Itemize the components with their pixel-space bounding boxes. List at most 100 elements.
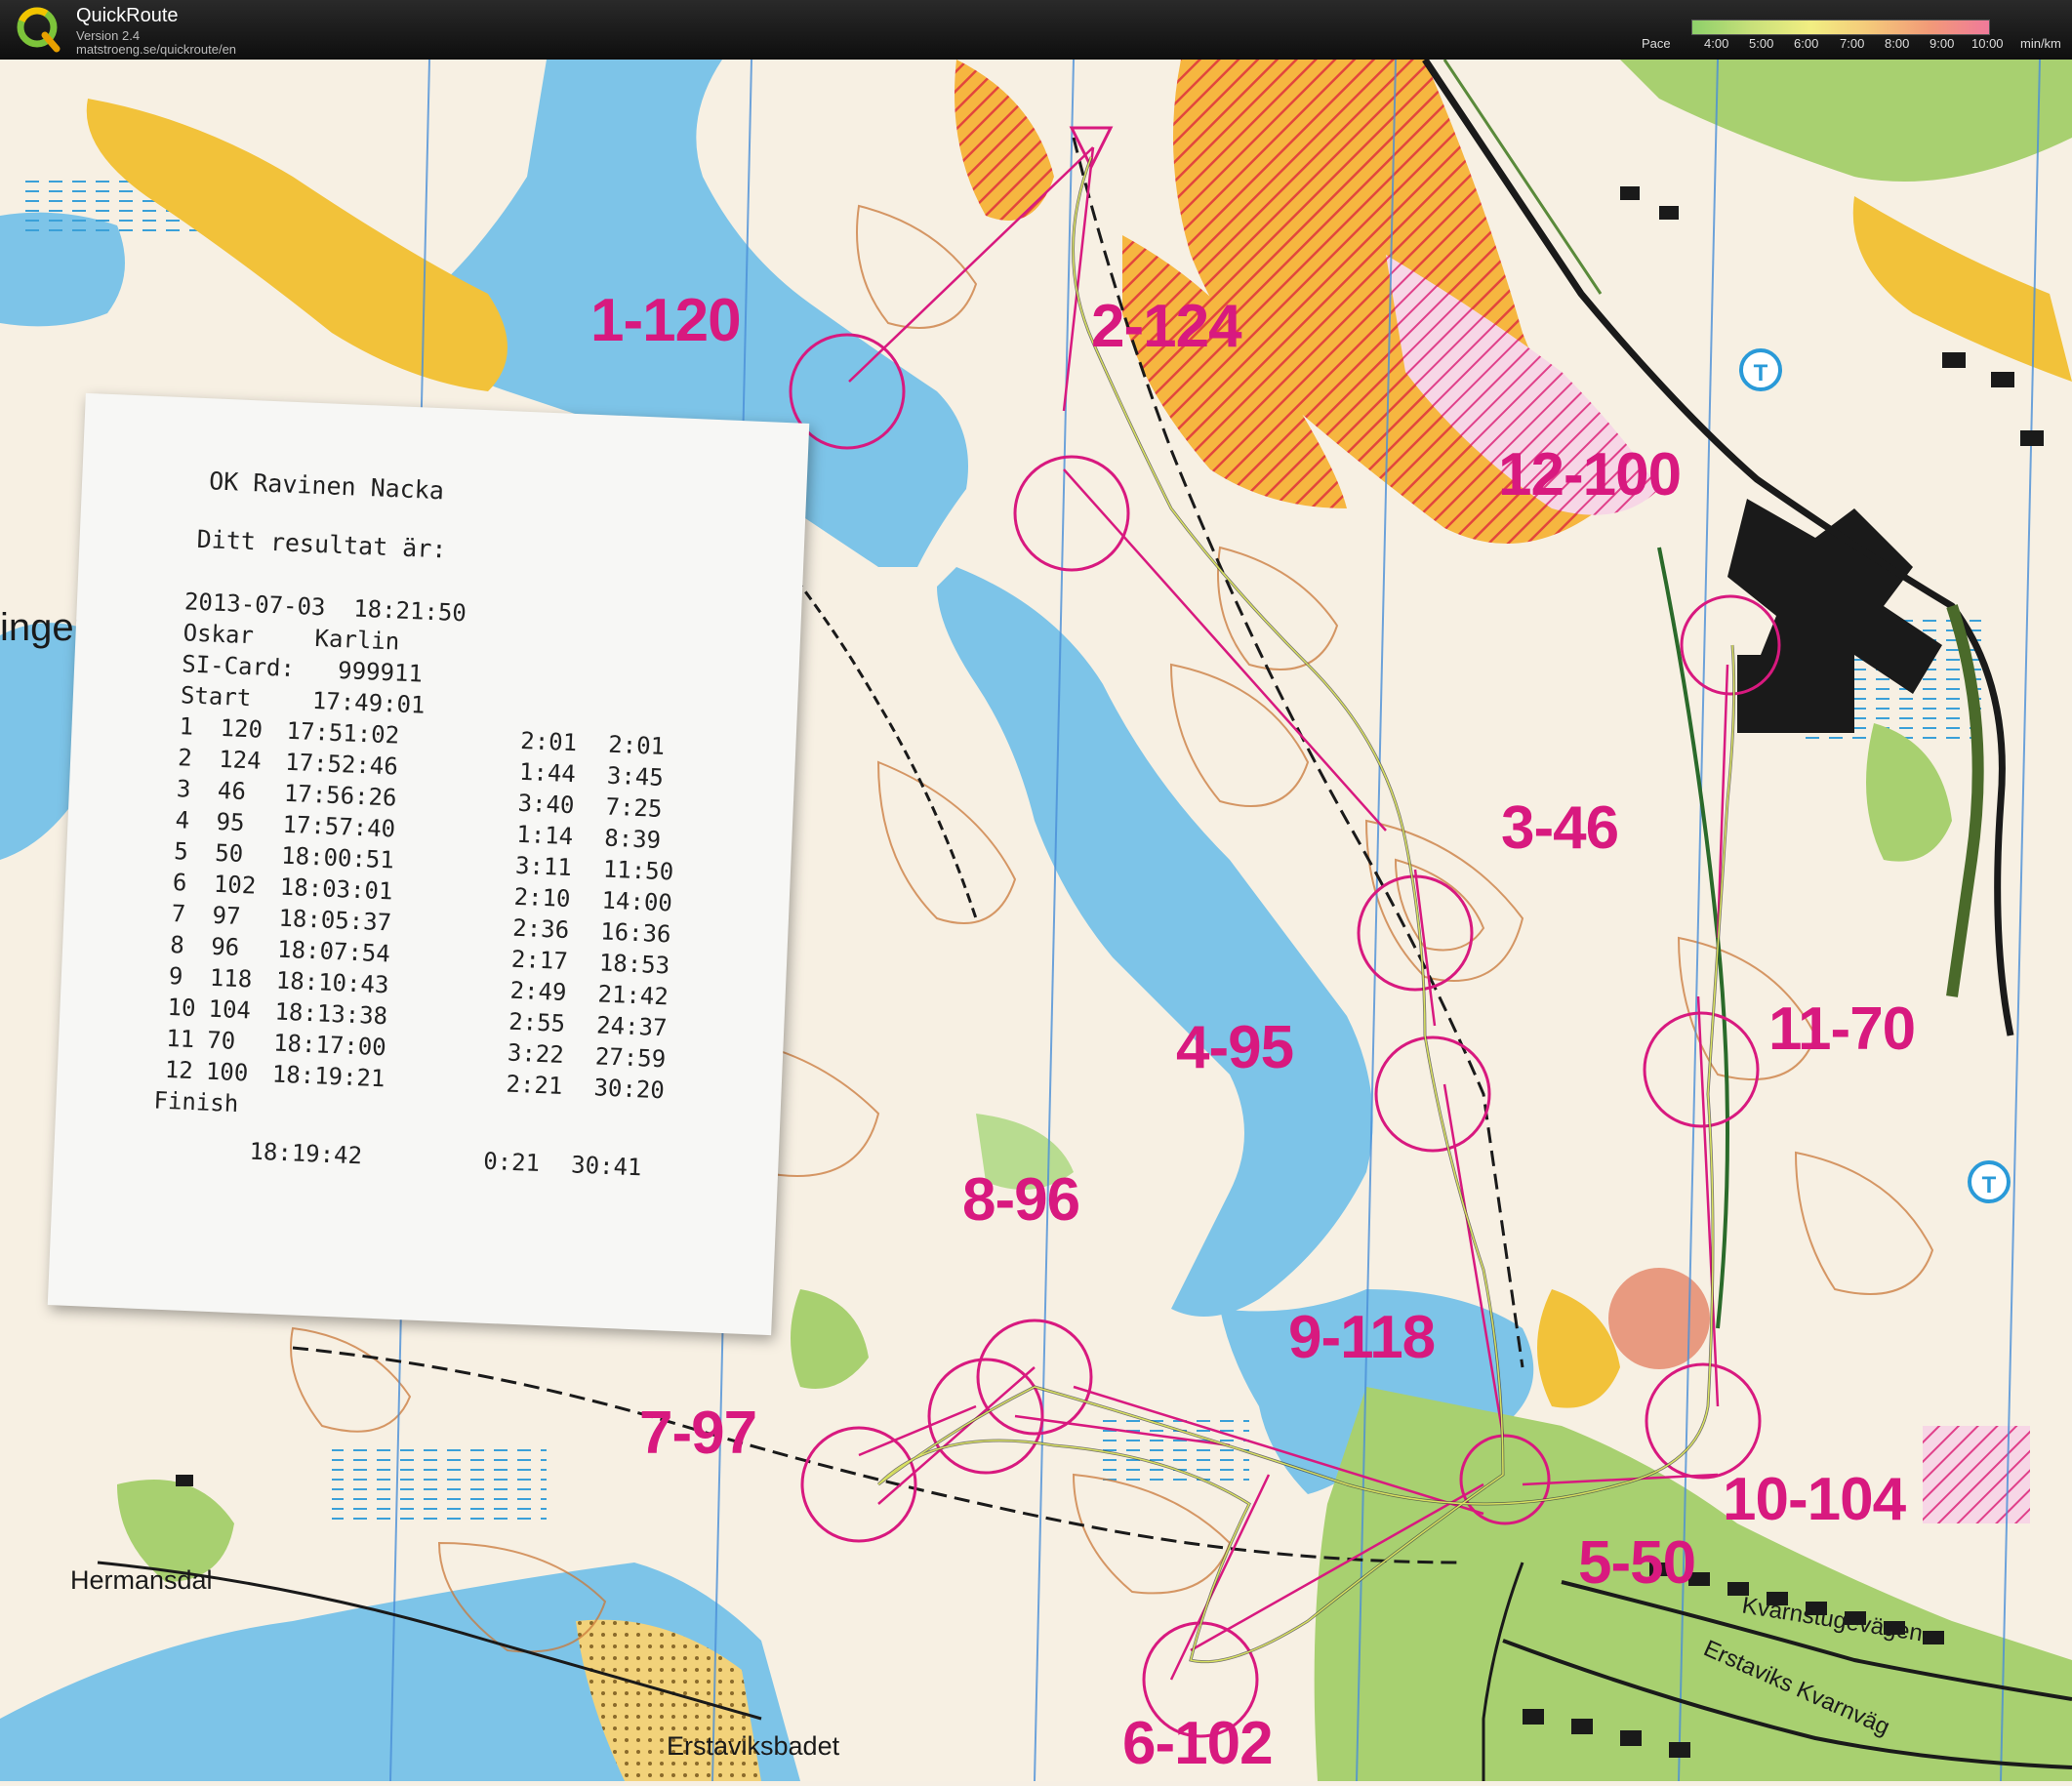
receipt-split-total: 21:42	[597, 980, 670, 1011]
receipt-split-leg: 2:55	[508, 1007, 566, 1037]
receipt-split-total: 24:37	[595, 1011, 669, 1042]
receipt-start-label: Start	[180, 681, 252, 712]
pace-color-scale	[1691, 20, 1990, 35]
receipt-split-time: 17:56:26	[283, 779, 397, 812]
receipt-split-leg: 2:17	[510, 945, 569, 976]
receipt-split-total: 2:01	[607, 730, 666, 761]
receipt-split-leg: 2:21	[506, 1070, 563, 1100]
receipt-split-leg: 3:22	[507, 1038, 565, 1069]
control-label: 6-102	[1122, 1710, 1274, 1777]
pace-legend-label: Pace	[1642, 36, 1671, 51]
quickroute-logo-icon	[16, 6, 62, 58]
receipt-split-total: 11:50	[602, 855, 674, 886]
receipt-split-leg: 2:10	[513, 882, 572, 913]
control-label: 1-120	[590, 287, 742, 354]
receipt-split-total: 14:00	[601, 886, 673, 917]
receipt-split-total: 30:20	[592, 1074, 666, 1105]
control-label: 4-95	[1176, 1014, 1294, 1081]
field-area	[1608, 1268, 1710, 1369]
app-version: Version 2.4	[76, 28, 141, 43]
place-name: Hermansdal	[70, 1565, 213, 1595]
app-url-link[interactable]: matstroeng.se/quickroute/en	[76, 42, 236, 57]
receipt-split-code: 50	[214, 838, 244, 869]
receipt-split-code: 104	[208, 994, 252, 1025]
bus-stop-icon: T	[1968, 1160, 2011, 1203]
receipt-split-total: 3:45	[606, 761, 665, 792]
control-label: 11-70	[1768, 995, 1916, 1063]
receipt-split-n: 1	[179, 712, 194, 741]
control-label: 3-46	[1501, 794, 1619, 862]
receipt-split-total: 7:25	[605, 792, 663, 823]
app-toolbar: QuickRoute Version 2.4 matstroeng.se/qui…	[0, 0, 2072, 60]
receipt-split-code: 96	[210, 932, 240, 961]
receipt-split-n: 10	[167, 993, 197, 1023]
receipt-finish-total: 30:41	[570, 1151, 643, 1182]
receipt-start-time: 17:49:01	[311, 686, 426, 719]
pace-tick: 4:00	[1704, 36, 1729, 51]
receipt-split-leg: 3:11	[514, 851, 573, 882]
receipt-si-label: SI-Card:	[181, 650, 296, 683]
receipt-split-leg: 2:36	[511, 913, 570, 945]
receipt-split-n: 6	[172, 869, 188, 897]
pace-tick: 6:00	[1794, 36, 1819, 51]
receipt-club: OK Ravinen Nacka	[208, 467, 445, 506]
receipt-split-code: 120	[220, 713, 264, 744]
receipt-split-n: 3	[176, 775, 192, 803]
svg-text:T: T	[1754, 360, 1768, 386]
control-label: 9-118	[1288, 1304, 1436, 1371]
receipt-split-n: 2	[177, 744, 193, 772]
receipt-split-leg: 3:40	[517, 789, 576, 820]
receipt-split-n: 5	[173, 837, 189, 866]
receipt-split-time: 17:57:40	[281, 810, 396, 843]
pace-tick: 7:00	[1840, 36, 1865, 51]
receipt-split-time: 18:10:43	[275, 966, 389, 999]
pace-tick: 5:00	[1749, 36, 1774, 51]
receipt-split-n: 7	[171, 900, 186, 928]
receipt-split-time: 18:17:00	[272, 1029, 387, 1062]
receipt-split-code: 46	[217, 776, 247, 806]
bus-stop-icon: T	[1739, 348, 1782, 391]
receipt-split-leg: 2:01	[519, 726, 578, 757]
pace-unit: min/km	[2020, 36, 2061, 51]
receipt-first-name: Oskar	[183, 619, 255, 650]
app-title: QuickRoute	[76, 5, 179, 26]
receipt-split-time: 18:07:54	[276, 935, 391, 968]
receipt-split-n: 12	[164, 1055, 194, 1085]
control-label: 7-97	[639, 1400, 757, 1467]
receipt-split-leg: 1:44	[518, 757, 577, 789]
receipt-finish-leg: 0:21	[482, 1147, 541, 1178]
receipt-split-code: 95	[216, 807, 246, 837]
control-label: 10-104	[1723, 1466, 1906, 1533]
receipt-split-n: 11	[165, 1024, 195, 1054]
receipt-split-n: 9	[168, 961, 184, 991]
receipt-split-leg: 2:49	[509, 976, 567, 1007]
marsh	[332, 1445, 547, 1523]
control-label: 5-50	[1578, 1529, 1696, 1597]
receipt-heading: Ditt resultat är:	[196, 524, 448, 564]
receipt-last-name: Karlin	[314, 624, 400, 656]
receipt-split-time: 18:13:38	[273, 997, 388, 1031]
receipt-split-time: 18:00:51	[280, 841, 395, 874]
place-name: Erstaviksbadet	[667, 1731, 840, 1761]
receipt-split-code: 70	[206, 1026, 236, 1055]
receipt-split-code: 124	[218, 745, 263, 775]
control-label: 2-124	[1091, 293, 1242, 360]
receipt-split-time: 17:51:02	[286, 716, 400, 750]
svg-text:T: T	[1982, 1172, 1997, 1198]
orienteering-map[interactable]: T T 1-120 2-124 12-100 3-46 4-95 11-70 8…	[0, 58, 2072, 1782]
receipt-split-leg: 1:14	[515, 820, 574, 851]
receipt-split-code: 118	[209, 963, 253, 994]
receipt-split-time: 18:19:21	[271, 1060, 386, 1093]
receipt-split-code: 100	[205, 1057, 249, 1087]
receipt-split-total: 8:39	[603, 824, 662, 854]
receipt-si-number: 999911	[337, 656, 424, 688]
receipt-split-total: 16:36	[599, 917, 672, 949]
receipt-split-code: 102	[213, 870, 257, 900]
receipt-split-n: 8	[169, 931, 185, 959]
si-result-receipt: OK Ravinen Nacka Ditt resultat är: 2013-…	[47, 392, 810, 1336]
receipt-split-time: 18:05:37	[277, 904, 392, 937]
building	[1737, 655, 1854, 733]
receipt-finish-time: 18:19:42	[248, 1137, 363, 1170]
out-of-bounds-area	[1923, 1426, 2030, 1523]
control-label: 12-100	[1498, 441, 1682, 508]
